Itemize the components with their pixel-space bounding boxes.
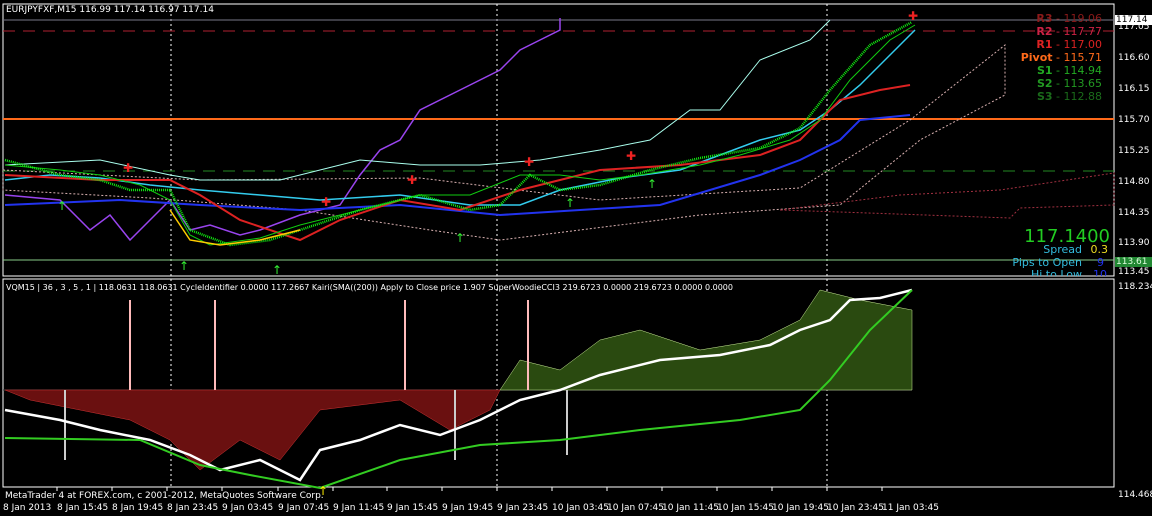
pivot-label: S2 — [1036, 77, 1053, 90]
pivot-r1: R1 - 117.00 — [1036, 38, 1102, 51]
pivot-label: R2 — [1036, 25, 1053, 38]
svg-text:✚: ✚ — [321, 195, 331, 209]
metatrader-chart-window[interactable]: ✚ ✚ ✚ ✚ ✚ ✚ ↑ ↑ ↑ ↑ ↑ ↑ ↑ EURJPYFXF,M15 116.99 117… — [0, 0, 1152, 516]
time-tick: 9 Jan 23:45 — [497, 503, 549, 513]
time-tick: 9 Jan 19:45 — [442, 503, 494, 513]
time-tick: 8 Jan 15:45 — [57, 503, 109, 513]
spread-label: Spread — [1043, 243, 1082, 256]
pivot-label: R1 — [1036, 38, 1053, 51]
time-tick: 9 Jan 07:45 — [278, 503, 330, 513]
ichimoku-cloud — [2, 43, 1006, 241]
pivot-r3: R3 - 119.06 — [1036, 12, 1102, 25]
time-tick: 9 Jan 03:45 — [222, 503, 274, 513]
svg-text:↑: ↑ — [272, 263, 282, 277]
indicator-header: VQM15 | 36 , 3 , 5 , 1 | 118.0631 118.06… — [6, 283, 733, 292]
chikou-span-line — [4, 18, 561, 242]
price-tick: 115.70 — [1118, 115, 1150, 125]
time-tick: 8 Jan 23:45 — [167, 503, 219, 513]
svg-text:✚: ✚ — [123, 161, 133, 175]
pivot-label: S1 — [1036, 64, 1053, 77]
buy-arrows: ↑ ↑ ↑ ↑ ↑ ↑ — [57, 177, 657, 277]
pivot-r2: R2 - 117.77 — [1036, 25, 1102, 38]
cycle-spikes — [129, 300, 529, 390]
price-tick: 113.90 — [1118, 238, 1150, 248]
time-tick: 10 Jan 15:45 — [717, 503, 774, 513]
price-tick: 115.25 — [1118, 146, 1150, 156]
ma-yellow-line — [169, 209, 301, 246]
green-price-tag: 113.61 — [1116, 257, 1148, 267]
pivot-s3: S3 - 112.88 — [1036, 90, 1103, 103]
svg-text:✚: ✚ — [524, 155, 534, 169]
time-tick: 8 Jan 19:45 — [112, 503, 164, 513]
pivot-value: 114.94 — [1063, 64, 1103, 77]
svg-text:✚: ✚ — [626, 149, 636, 163]
ma-cyan-line — [4, 29, 916, 206]
time-tick: 10 Jan 23:45 — [827, 503, 884, 513]
time-tick: 11 Jan 03:45 — [882, 503, 939, 513]
pivot-label: Pivot — [1020, 51, 1053, 64]
price-tick: 116.15 — [1118, 84, 1150, 94]
pivot-s2: S2 - 113.65 — [1036, 77, 1103, 90]
time-tick: 9 Jan 11:45 — [333, 503, 385, 513]
ma-red-line — [4, 84, 911, 242]
svg-text:↑: ↑ — [647, 177, 657, 191]
time-tick: 10 Jan 07:45 — [607, 503, 664, 513]
price-tick: 113.45 — [1118, 267, 1150, 277]
pivot-pp: Pivot - 115.71 — [1020, 51, 1103, 64]
pivot-label: R3 — [1036, 12, 1053, 25]
hi-to-low-value: 10 — [1093, 268, 1107, 276]
ichimoku-cloud-future — [779, 172, 1115, 219]
price-tick: 116.60 — [1118, 53, 1150, 63]
price-tick: 117.05 — [1118, 22, 1150, 32]
time-tick: 8 Jan 2013 — [3, 503, 52, 513]
svg-text:✚: ✚ — [908, 9, 918, 23]
time-tick: 10 Jan 03:45 — [552, 503, 609, 513]
pivot-value: 112.88 — [1063, 90, 1103, 103]
main-chart-frame — [2, 3, 1115, 277]
histogram-positive — [499, 289, 913, 391]
time-tick: 10 Jan 11:45 — [662, 503, 719, 513]
spread-value: 0.3 — [1090, 243, 1109, 256]
histogram-negative — [4, 389, 501, 471]
pivot-value: 117.77 — [1063, 25, 1103, 38]
copyright: MetaTrader 4 at FOREX.com, c 2001-2012, … — [5, 491, 324, 501]
pivot-s1: S1 - 114.94 — [1036, 64, 1103, 77]
pivot-value: 117.00 — [1063, 38, 1103, 51]
svg-text:✚: ✚ — [407, 173, 417, 187]
price-tick: 114.80 — [1118, 177, 1150, 187]
pivot-value: 113.65 — [1063, 77, 1103, 90]
symbol-header: EURJPYFXF,M15 116.99 117.14 116.97 117.1… — [6, 5, 214, 15]
pivot-value: 115.71 — [1063, 51, 1103, 64]
sell-arrows: ✚ ✚ ✚ ✚ ✚ ✚ — [123, 9, 918, 209]
price-tick: 114.35 — [1118, 208, 1150, 218]
svg-text:↑: ↑ — [565, 196, 575, 210]
hi-to-low-label: Hi to Low — [1030, 268, 1082, 276]
pivot-label: S3 — [1036, 90, 1053, 103]
indicator-axis-bottom: 114.468 — [1118, 490, 1152, 500]
chart-canvas[interactable]: ✚ ✚ ✚ ✚ ✚ ✚ ↑ ↑ ↑ ↑ ↑ ↑ ↑ — [0, 0, 1152, 516]
svg-text:↑: ↑ — [455, 231, 465, 245]
time-tick: 10 Jan 19:45 — [772, 503, 829, 513]
time-tick: 9 Jan 15:45 — [387, 503, 439, 513]
svg-text:↑: ↑ — [57, 199, 67, 213]
pivot-value: 119.06 — [1063, 12, 1103, 25]
indicator-axis-top: 118.234 — [1118, 282, 1152, 292]
svg-text:↑: ↑ — [179, 259, 189, 273]
